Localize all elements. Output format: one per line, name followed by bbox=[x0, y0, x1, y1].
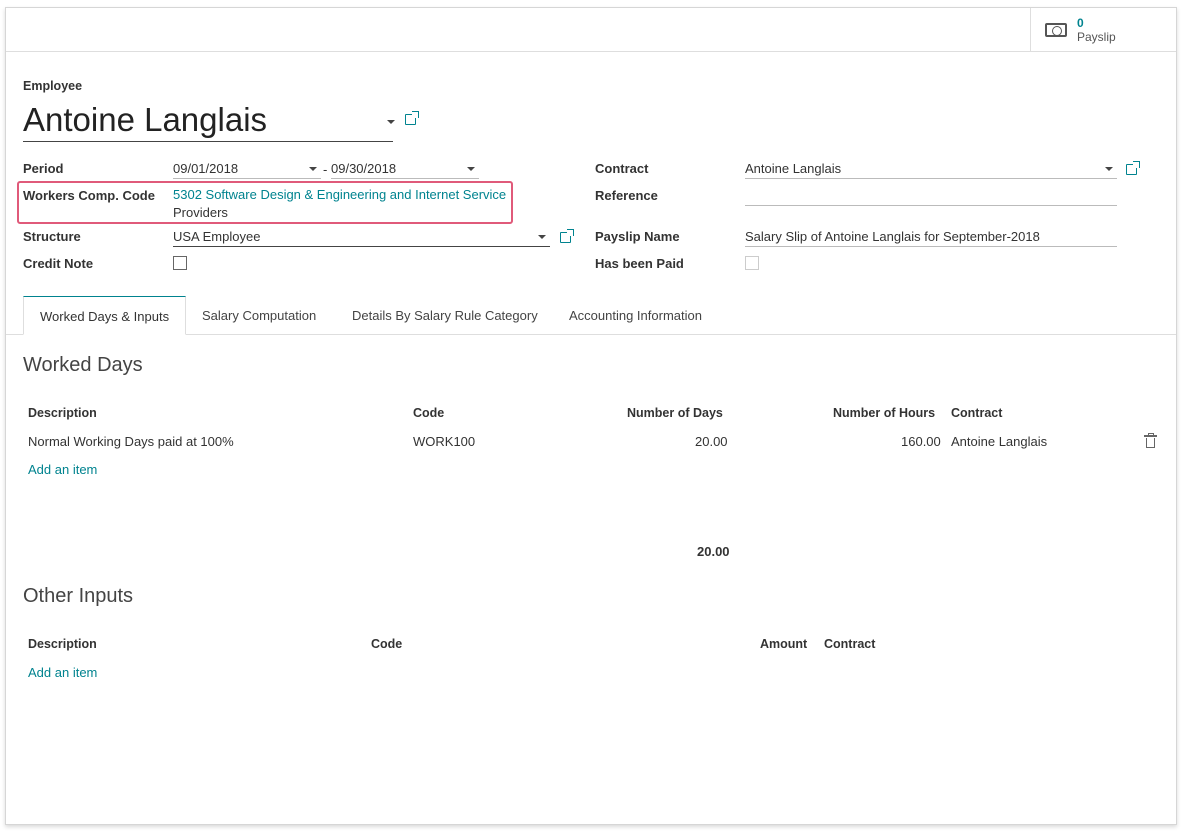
structure-field[interactable]: USA Employee bbox=[173, 227, 550, 247]
reference-field[interactable] bbox=[745, 186, 1117, 206]
button-box: 0 Payslip bbox=[6, 8, 1176, 52]
money-icon bbox=[1045, 23, 1067, 37]
contract-external-link-icon[interactable] bbox=[1126, 161, 1140, 175]
structure-value: USA Employee bbox=[173, 229, 261, 244]
oi-header-amount: Amount bbox=[760, 637, 808, 651]
credit-note-checkbox[interactable] bbox=[173, 256, 187, 270]
worked-days-title: Worked Days bbox=[23, 354, 143, 376]
has-been-paid-label: Has been Paid bbox=[595, 256, 684, 271]
employee-dropdown-icon[interactable] bbox=[387, 120, 395, 124]
wd-header-code: Code bbox=[413, 406, 445, 420]
reference-label: Reference bbox=[595, 188, 658, 203]
payslip-name-field[interactable]: Salary Slip of Antoine Langlais for Sept… bbox=[745, 227, 1117, 247]
period-to-value: 09/30/2018 bbox=[331, 161, 397, 176]
period-label: Period bbox=[23, 161, 64, 176]
period-from-field[interactable]: 09/01/2018 bbox=[173, 159, 321, 179]
notebook-tabs: Worked Days & Inputs Salary Computation … bbox=[6, 296, 1176, 335]
period-to-dropdown-icon[interactable] bbox=[467, 167, 475, 171]
tab-worked-days-inputs[interactable]: Worked Days & Inputs bbox=[23, 296, 187, 335]
workers-comp-code-link[interactable]: 5302 Software Design & Engineering and I… bbox=[173, 187, 506, 202]
wd-row-contract[interactable]: Antoine Langlais bbox=[951, 434, 1047, 449]
payslip-smart-button[interactable]: 0 Payslip bbox=[1030, 8, 1176, 52]
oi-header-contract: Contract bbox=[824, 637, 876, 651]
wd-header-number-of-days: Number of Days bbox=[627, 406, 723, 420]
wd-header-contract: Contract bbox=[951, 406, 1003, 420]
credit-note-label: Credit Note bbox=[23, 256, 94, 271]
payslip-name-value: Salary Slip of Antoine Langlais for Sept… bbox=[745, 229, 1040, 244]
period-separator: - bbox=[323, 162, 328, 177]
wd-header-description: Description bbox=[28, 406, 97, 420]
wd-row-hours[interactable]: 160.00 bbox=[901, 434, 941, 449]
structure-external-link-icon[interactable] bbox=[560, 229, 574, 243]
oi-header-description: Description bbox=[28, 637, 97, 651]
period-from-value: 09/01/2018 bbox=[173, 161, 239, 176]
tab-accounting-information[interactable]: Accounting Information bbox=[553, 296, 718, 335]
workers-comp-code-label: Workers Comp. Code bbox=[23, 188, 155, 203]
trash-icon[interactable] bbox=[1144, 433, 1157, 448]
contract-dropdown-icon[interactable] bbox=[1105, 167, 1113, 171]
payslip-count: 0 bbox=[1077, 16, 1084, 30]
wd-total-days: 20.00 bbox=[697, 544, 730, 559]
period-to-field[interactable]: 09/30/2018 bbox=[331, 159, 479, 179]
payslip-name-label: Payslip Name bbox=[595, 229, 680, 244]
tab-details-by-salary-rule-category[interactable]: Details By Salary Rule Category bbox=[336, 296, 554, 335]
payslip-label: Payslip bbox=[1077, 30, 1116, 44]
employee-external-link-icon[interactable] bbox=[405, 111, 419, 125]
oi-add-item-link[interactable]: Add an item bbox=[28, 665, 97, 680]
wd-row-code[interactable]: WORK100 bbox=[413, 434, 475, 449]
tab-salary-computation[interactable]: Salary Computation bbox=[186, 296, 332, 335]
structure-dropdown-icon[interactable] bbox=[538, 235, 546, 239]
wd-row-description[interactable]: Normal Working Days paid at 100% bbox=[28, 434, 234, 449]
contract-value: Antoine Langlais bbox=[745, 161, 842, 176]
wd-header-number-of-hours: Number of Hours bbox=[833, 406, 936, 420]
period-from-dropdown-icon[interactable] bbox=[309, 167, 317, 171]
wd-row-days[interactable]: 20.00 bbox=[695, 434, 728, 449]
form-sheet: 0 Payslip Employee Antoine Langlais Peri… bbox=[5, 7, 1177, 825]
other-inputs-title: Other Inputs bbox=[23, 585, 134, 607]
employee-field[interactable]: Antoine Langlais bbox=[23, 98, 395, 142]
wd-add-item-link[interactable]: Add an item bbox=[28, 462, 97, 477]
structure-label: Structure bbox=[23, 229, 81, 244]
contract-field[interactable]: Antoine Langlais bbox=[745, 159, 1117, 179]
contract-label: Contract bbox=[595, 161, 649, 176]
oi-header-code: Code bbox=[371, 637, 403, 651]
workers-comp-code-continued: Providers bbox=[173, 205, 228, 220]
has-been-paid-checkbox[interactable] bbox=[745, 256, 759, 270]
employee-name: Antoine Langlais bbox=[23, 101, 268, 138]
employee-label: Employee bbox=[23, 79, 83, 93]
